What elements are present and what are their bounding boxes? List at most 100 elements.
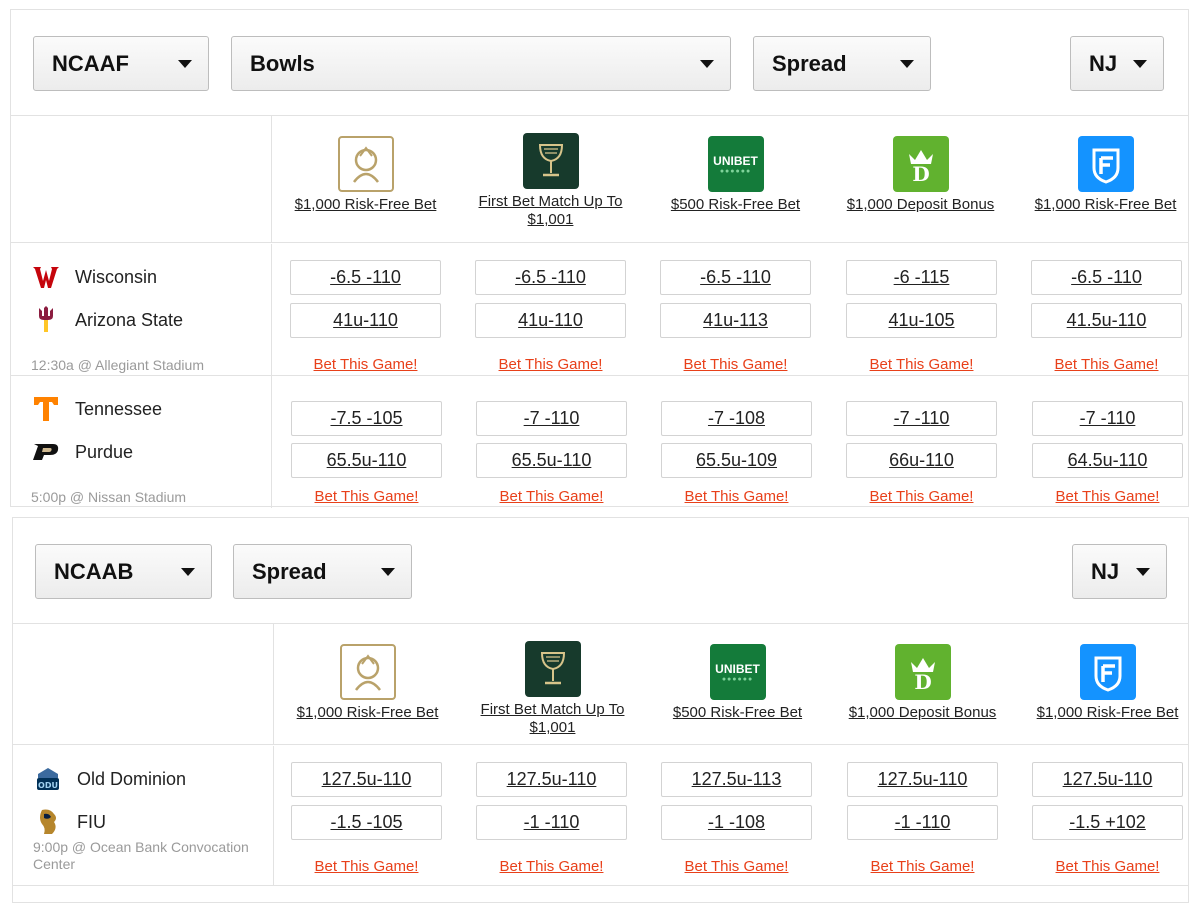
sportsbook-unibet[interactable]: UNIBET ●●●●●● $500 Risk-Free Bet	[645, 644, 830, 722]
odds-button[interactable]: 41u-110	[290, 303, 441, 338]
old-dominion-icon: ODU	[33, 765, 63, 793]
odds-button[interactable]: 127.5u-110	[291, 762, 442, 797]
odds-button[interactable]: 65.5u-110	[291, 443, 442, 478]
filter-bar: NCAAF Bowls Spread NJ	[11, 10, 1188, 116]
fanduel-logo[interactable]	[1077, 136, 1134, 192]
bet-this-game-link[interactable]: Bet This Game!	[660, 356, 811, 373]
bet-this-game-link[interactable]: Bet This Game!	[846, 488, 997, 505]
odds-button[interactable]: -6.5 -110	[660, 260, 811, 295]
dots-icon: ●●●●●●	[721, 675, 754, 683]
bet-this-game-link[interactable]: Bet This Game!	[1031, 356, 1182, 373]
odds-button[interactable]: -6.5 -110	[1031, 260, 1182, 295]
promo-link[interactable]: First Bet Match Up To $1,001	[458, 193, 643, 229]
sportsbook-pointsbet[interactable]: First Bet Match Up To $1,001	[458, 133, 643, 229]
unibet-logo[interactable]: UNIBET ●●●●●●	[709, 644, 766, 700]
odds-button[interactable]: 127.5u-110	[847, 762, 998, 797]
odds-button[interactable]: 65.5u-110	[476, 443, 627, 478]
promo-link[interactable]: $500 Risk-Free Bet	[643, 196, 828, 214]
category-select-value: Bowls	[250, 51, 315, 76]
sportsbook-betmgm[interactable]: $1,000 Risk-Free Bet	[273, 136, 458, 214]
odds-button[interactable]: -6.5 -110	[290, 260, 441, 295]
market-select[interactable]: Spread	[233, 544, 412, 599]
odds-button[interactable]: 127.5u-110	[1032, 762, 1183, 797]
odds-button[interactable]: 41u-110	[475, 303, 626, 338]
team-name: Wisconsin	[75, 266, 158, 287]
odds-button[interactable]: -1 -110	[476, 805, 627, 840]
odds-button[interactable]: 41.5u-110	[1031, 303, 1182, 338]
promo-link[interactable]: First Bet Match Up To $1,001	[460, 701, 645, 737]
sportsbook-draftkings[interactable]: D $1,000 Deposit Bonus	[828, 136, 1013, 214]
bet-this-game-link[interactable]: Bet This Game!	[475, 356, 626, 373]
odds-button[interactable]: 127.5u-110	[476, 762, 627, 797]
svg-text:ODU: ODU	[38, 781, 58, 790]
sport-select[interactable]: NCAAF	[33, 36, 209, 91]
sportsbook-fanduel[interactable]: $1,000 Risk-Free Bet	[1015, 644, 1200, 722]
sport-select[interactable]: NCAAB	[35, 544, 212, 599]
promo-link[interactable]: $1,000 Risk-Free Bet	[273, 196, 458, 214]
goblet-logo[interactable]	[524, 641, 581, 697]
team-column-spacer	[13, 624, 274, 744]
market-select[interactable]: Spread	[753, 36, 931, 91]
state-select[interactable]: NJ	[1070, 36, 1164, 91]
promo-link[interactable]: $500 Risk-Free Bet	[645, 704, 830, 722]
promo-link[interactable]: $1,000 Risk-Free Bet	[275, 704, 460, 722]
odds-button[interactable]: -1.5 -105	[291, 805, 442, 840]
odds-button[interactable]: -1 -110	[847, 805, 998, 840]
odds-button[interactable]: 65.5u-109	[661, 443, 812, 478]
odds-button[interactable]: -1 -108	[661, 805, 812, 840]
promo-link[interactable]: $1,000 Deposit Bonus	[828, 196, 1013, 214]
tennessee-t-icon	[31, 395, 61, 423]
bet-this-game-link[interactable]: Bet This Game!	[291, 858, 442, 875]
sportsbook-unibet[interactable]: UNIBET ●●●●●● $500 Risk-Free Bet	[643, 136, 828, 214]
bet-this-game-link[interactable]: Bet This Game!	[1032, 488, 1183, 505]
promo-link[interactable]: $1,000 Risk-Free Bet	[1015, 704, 1200, 722]
odds-button[interactable]: -6 -115	[846, 260, 997, 295]
team-name: Old Dominion	[77, 768, 187, 789]
odds-button[interactable]: 41u-105	[846, 303, 997, 338]
game-row: ODU Old Dominion FIU 9:00p @ Ocean Bank …	[13, 746, 1188, 886]
draftkings-logo[interactable]: D	[894, 644, 951, 700]
odds-button[interactable]: 41u-113	[660, 303, 811, 338]
odds-button[interactable]: -7 -110	[846, 401, 997, 436]
draftkings-logo[interactable]: D	[892, 136, 949, 192]
sportsbook-betmgm[interactable]: $1,000 Risk-Free Bet	[275, 644, 460, 722]
betmgm-logo[interactable]	[337, 136, 394, 192]
bet-this-game-link[interactable]: Bet This Game!	[476, 858, 627, 875]
odds-button[interactable]: -7.5 -105	[291, 401, 442, 436]
odds-button[interactable]: 64.5u-110	[1032, 443, 1183, 478]
sportsbook-header-row: $1,000 Risk-Free Bet First Bet Match Up …	[11, 116, 1188, 243]
odds-button[interactable]: -1.5 +102	[1032, 805, 1183, 840]
bet-this-game-link[interactable]: Bet This Game!	[290, 356, 441, 373]
odds-button[interactable]: -6.5 -110	[475, 260, 626, 295]
bet-this-game-link[interactable]: Bet This Game!	[847, 858, 998, 875]
bet-this-game-link[interactable]: Bet This Game!	[846, 356, 997, 373]
odds-button[interactable]: 66u-110	[846, 443, 997, 478]
bet-this-game-link[interactable]: Bet This Game!	[661, 488, 812, 505]
odds-panel-ncaab: NCAAB Spread NJ $1,000 Risk-Free Bet Fir…	[12, 517, 1189, 903]
fanduel-logo[interactable]	[1079, 644, 1136, 700]
goblet-logo[interactable]	[522, 133, 579, 189]
bet-this-game-link[interactable]: Bet This Game!	[291, 488, 442, 505]
svg-text:D: D	[912, 162, 929, 184]
unibet-logo[interactable]: UNIBET ●●●●●●	[707, 136, 764, 192]
unibet-logo-text: UNIBET	[715, 661, 760, 676]
state-select[interactable]: NJ	[1072, 544, 1167, 599]
bet-this-game-link[interactable]: Bet This Game!	[661, 858, 812, 875]
odds-button[interactable]: 127.5u-113	[661, 762, 812, 797]
odds-button[interactable]: -7 -110	[476, 401, 627, 436]
bet-this-game-link[interactable]: Bet This Game!	[476, 488, 627, 505]
betmgm-logo[interactable]	[339, 644, 396, 700]
sportsbook-fanduel[interactable]: $1,000 Risk-Free Bet	[1013, 136, 1198, 214]
sportsbook-draftkings[interactable]: D $1,000 Deposit Bonus	[830, 644, 1015, 722]
bet-this-game-link[interactable]: Bet This Game!	[1032, 858, 1183, 875]
promo-link[interactable]: $1,000 Deposit Bonus	[830, 704, 1015, 722]
sportsbook-pointsbet[interactable]: First Bet Match Up To $1,001	[460, 641, 645, 737]
promo-link[interactable]: $1,000 Risk-Free Bet	[1013, 196, 1198, 214]
category-select[interactable]: Bowls	[231, 36, 731, 91]
odds-button[interactable]: -7 -108	[661, 401, 812, 436]
wisconsin-w-icon	[31, 263, 61, 291]
odds-button[interactable]: -7 -110	[1032, 401, 1183, 436]
team-name: Arizona State	[75, 309, 184, 330]
odds-panel-ncaaf: NCAAF Bowls Spread NJ $1,000 Risk-Free B…	[10, 9, 1189, 508]
dots-icon: ●●●●●●	[719, 167, 752, 175]
